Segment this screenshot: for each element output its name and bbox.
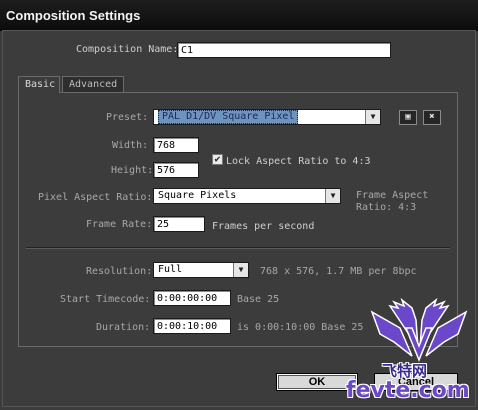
width-label: Width: (112, 140, 149, 151)
duration-label: Duration: (96, 322, 151, 333)
frame-rate-label: Frame Rate: (86, 219, 153, 230)
frame-rate-input[interactable]: 25 (153, 216, 205, 232)
lock-aspect-checkbox[interactable]: ✔ (212, 154, 223, 165)
composition-name-input[interactable]: C1 (177, 42, 391, 58)
pixel-aspect-value: Square Pixels (158, 190, 237, 201)
watermark-text-url: fevte.com (346, 378, 470, 403)
lock-aspect-label: Lock Aspect Ratio to 4:3 (226, 156, 371, 167)
preset-value: PAL D1/DV Square Pixel (158, 110, 299, 124)
preset-label: Preset: (106, 112, 149, 123)
height-label: Height: (111, 165, 154, 176)
start-timecode-label: Start Timecode: (60, 294, 151, 305)
tab-basic[interactable]: Basic (18, 76, 60, 93)
checkmark-icon: ✔ (214, 154, 221, 165)
pixel-aspect-dropdown[interactable]: Square Pixels ▼ (153, 188, 341, 204)
frame-rate-suffix: Frames per second (212, 221, 315, 232)
pixel-aspect-label: Pixel Aspect Ratio: (38, 192, 153, 203)
width-input[interactable]: 768 (153, 137, 199, 153)
duration-suffix: is 0:00:10:00 Base 25 (237, 322, 364, 333)
watermark-logo: 飞特网 fevte.com (346, 297, 478, 407)
height-input[interactable]: 576 (153, 162, 199, 178)
section-divider (26, 247, 450, 249)
resolution-dropdown[interactable]: Full ▼ (153, 262, 249, 278)
frame-aspect-text-1: Frame Aspect (356, 190, 429, 201)
resolution-label: Resolution: (86, 266, 153, 277)
frame-aspect-text-2: Ratio: 4:3 (356, 202, 417, 213)
window-title: Composition Settings (6, 8, 141, 23)
title-bar: Composition Settings (0, 0, 478, 31)
save-preset-icon[interactable]: ▣ (399, 110, 417, 125)
composition-name-label: Composition Name: (76, 44, 179, 55)
start-timecode-input[interactable]: 0:00:00:00 (153, 290, 231, 306)
preset-dropdown[interactable]: PAL D1/DV Square Pixel ▼ (153, 109, 381, 125)
tab-advanced[interactable]: Advanced (62, 76, 124, 93)
start-timecode-suffix: Base 25 (237, 294, 280, 305)
dropdown-arrow-icon: ▼ (325, 189, 340, 203)
delete-preset-icon[interactable]: ✖ (423, 110, 441, 125)
resolution-info: 768 x 576, 1.7 MB per 8bpc (260, 266, 417, 277)
resolution-value: Full (158, 264, 183, 275)
duration-input[interactable]: 0:00:10:00 (153, 318, 231, 334)
dropdown-arrow-icon: ▼ (365, 110, 380, 124)
dropdown-arrow-icon: ▼ (233, 263, 248, 277)
